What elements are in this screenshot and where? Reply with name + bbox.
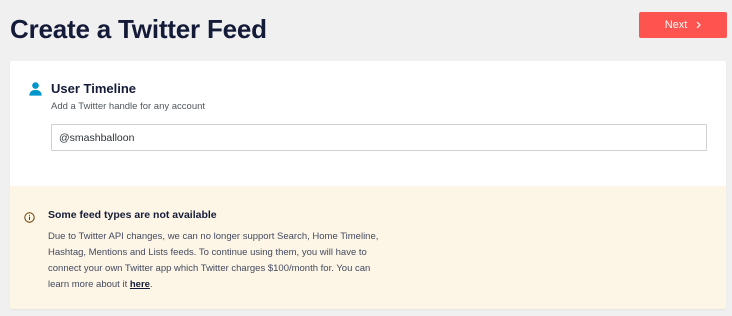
create-feed-page: Create a Twitter Feed Next User Timeline… xyxy=(0,0,732,316)
timeline-description: Add a Twitter handle for any account xyxy=(51,101,206,112)
info-icon xyxy=(24,210,35,223)
notice-body-end: . xyxy=(149,279,153,290)
feed-settings-card: User Timeline Add a Twitter handle for a… xyxy=(10,61,726,309)
learn-more-link[interactable]: here xyxy=(130,279,150,290)
twitter-handle-input[interactable] xyxy=(51,124,707,151)
user-icon xyxy=(29,82,42,96)
page-title: Create a Twitter Feed xyxy=(10,14,267,44)
unavailable-feeds-notice: Some feed types are not available Due to… xyxy=(10,186,726,309)
notice-body-text: Due to Twitter API changes, we can no lo… xyxy=(48,231,379,290)
chevron-right-icon xyxy=(696,21,702,29)
notice-title: Some feed types are not available xyxy=(48,209,217,221)
notice-body: Due to Twitter API changes, we can no lo… xyxy=(48,229,388,293)
next-button[interactable]: Next xyxy=(639,12,727,38)
timeline-title: User Timeline xyxy=(51,81,137,96)
user-timeline-section: User Timeline Add a Twitter handle for a… xyxy=(10,61,726,186)
next-button-label: Next xyxy=(664,19,688,31)
